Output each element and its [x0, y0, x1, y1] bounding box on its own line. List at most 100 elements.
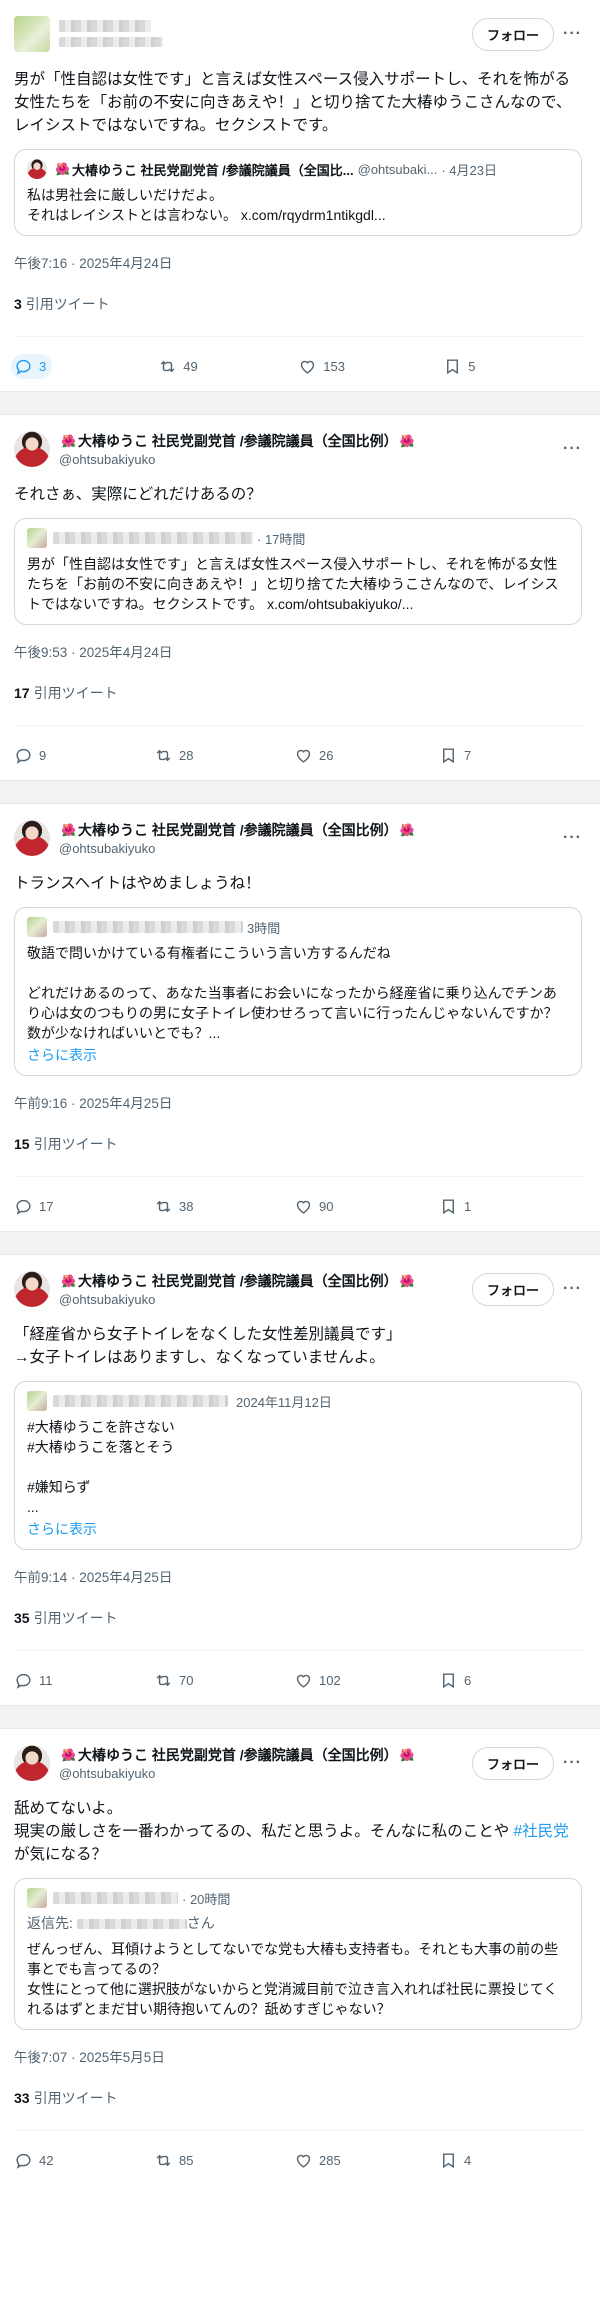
reply-button[interactable]: 42	[14, 2151, 154, 2170]
more-options-icon[interactable]: ···	[562, 829, 582, 847]
quote-tweets-count[interactable]: 35 引用ツイート	[14, 1608, 582, 1651]
tweet-text: 男が「性自認は女性です」と言えば女性スペース侵入サポートし、それを怖がる女性たち…	[14, 71, 572, 134]
bookmark-button[interactable]: 5	[443, 357, 475, 376]
avatar[interactable]	[14, 820, 50, 856]
more-options-icon[interactable]: ···	[562, 1280, 582, 1298]
timestamp[interactable]: 午後7:16 · 2025年4月24日	[14, 252, 582, 272]
like-button[interactable]: 102	[294, 1671, 439, 1690]
timestamp[interactable]: 午後9:53 · 2025年4月24日	[14, 641, 582, 661]
like-button[interactable]: 285	[294, 2151, 439, 2170]
quoted-time: · 17時間	[257, 531, 306, 547]
quote-count-value: 35	[14, 1610, 30, 1626]
quoted-tweet[interactable]: · 20時間 返信先: さん ぜんっぜん、耳傾けようとしてないでな党も大椿も支持…	[14, 1878, 582, 2030]
quoted-tweet[interactable]: 2024年11月12日 #大椿ゆうこを許さない #大椿ゆうこを落とそう #嫌知ら…	[14, 1381, 582, 1550]
author-name[interactable]: 🌺 大椿ゆうこ 社民党副党首 /参議院議員（全国比例） 🌺	[59, 1271, 472, 1291]
more-options-icon[interactable]: ···	[562, 440, 582, 458]
bookmark-button[interactable]: 4	[439, 2151, 471, 2170]
author-names: 🌺 大椿ゆうこ 社民党副党首 /参議院議員（全国比例） 🌺 @ohtsubaki…	[59, 1271, 472, 1307]
show-more-link[interactable]: さらに表示	[27, 1045, 97, 1065]
author-name-text: 大椿ゆうこ 社民党副党首 /参議院議員（全国比例）	[77, 822, 398, 838]
author-handle: @ohtsubakiyuko	[59, 1292, 156, 1307]
quote-count-label: 引用ツイート	[33, 1610, 118, 1626]
avatar[interactable]	[14, 431, 50, 467]
like-count: 102	[319, 1672, 341, 1688]
bookmark-button[interactable]: 7	[439, 746, 471, 765]
quote-tweets-count[interactable]: 33 引用ツイート	[14, 2088, 582, 2131]
quote-count-label: 引用ツイート	[33, 2090, 118, 2106]
retweet-button[interactable]: 49	[158, 357, 298, 376]
tweet-card: 🌺 大椿ゆうこ 社民党副党首 /参議院議員（全国比例） 🌺 @ohtsubaki…	[0, 1729, 600, 2185]
more-options-icon[interactable]: ···	[562, 1754, 582, 1772]
retweet-button[interactable]: 85	[154, 2151, 294, 2170]
avatar[interactable]	[14, 1271, 50, 1307]
tweet-card: 🌺 大椿ゆうこ 社民党副党首 /参議院議員（全国比例） 🌺 @ohtsubaki…	[0, 1255, 600, 1705]
reply-button[interactable]: 11	[14, 1671, 154, 1690]
blurred-name	[59, 20, 151, 32]
tweet-header: フォロー ···	[14, 14, 582, 54]
author-name-text: 大椿ゆうこ 社民党副党首 /参議院議員（全国比例）	[77, 1747, 398, 1763]
like-count: 90	[319, 1198, 334, 1214]
timestamp[interactable]: 午前9:14 · 2025年4月25日	[14, 1566, 582, 1586]
retweet-icon	[156, 2154, 171, 2166]
quoted-time: 3時間	[247, 920, 281, 936]
avatar[interactable]	[14, 1745, 50, 1781]
quoted-tweet[interactable]: · 17時間 男が「性自認は女性です」と言えば女性スペース侵入サポートし、それを…	[14, 518, 582, 625]
retweet-button[interactable]: 28	[154, 746, 294, 765]
bookmark-count: 5	[468, 358, 476, 374]
follow-button[interactable]: フォロー	[471, 1746, 554, 1780]
like-button[interactable]: 153	[298, 357, 443, 376]
quote-tweets-count[interactable]: 15 引用ツイート	[14, 1134, 582, 1177]
reply-to-line: 返信先: さん	[27, 1913, 569, 1933]
quoted-tweet[interactable]: 3時間 敬語で問いかけている有権者にこういう言い方するんだね どれだけあるのって…	[14, 907, 582, 1076]
timestamp[interactable]: 午前9:16 · 2025年4月25日	[14, 1092, 582, 1112]
action-bar: 11 70 102 6	[14, 1667, 582, 1693]
blurred-mention	[76, 1919, 187, 1930]
retweet-count: 28	[179, 747, 194, 763]
quote-count-label: 引用ツイート	[25, 296, 110, 312]
author-name-text: 大椿ゆうこ 社民党副党首 /参議院議員（全国比例）	[77, 1273, 398, 1289]
like-button[interactable]: 26	[294, 746, 439, 765]
flower-emoji: 🌺	[55, 162, 70, 176]
reply-button[interactable]: 3	[11, 353, 53, 379]
retweet-button[interactable]: 38	[154, 1197, 294, 1216]
retweet-icon	[156, 1200, 171, 1212]
avatar[interactable]	[14, 16, 50, 52]
like-button[interactable]: 90	[294, 1197, 439, 1216]
heart-icon	[296, 1200, 311, 1214]
like-count: 153	[323, 358, 345, 374]
quoted-tweet[interactable]: 🌺 大椿ゆうこ 社民党副党首 /参議院議員（全国比... @ohtsubaki.…	[14, 149, 582, 236]
retweet-count: 70	[179, 1672, 194, 1688]
quoted-text: 敬語で問いかけている有権者にこういう言い方するんだね どれだけあるのって、あなた…	[27, 945, 558, 1041]
follow-button[interactable]: フォロー	[471, 17, 554, 51]
reply-button[interactable]: 9	[14, 746, 154, 765]
show-more-link[interactable]: さらに表示	[27, 1519, 97, 1539]
tweet-header: 🌺 大椿ゆうこ 社民党副党首 /参議院議員（全国比例） 🌺 @ohtsubaki…	[14, 818, 582, 858]
author-name[interactable]: 🌺 大椿ゆうこ 社民党副党首 /参議院議員（全国比例） 🌺	[59, 1745, 472, 1765]
action-bar: 42 85 285 4	[14, 2147, 582, 2173]
tweet-card: 🌺 大椿ゆうこ 社民党副党首 /参議院議員（全国比例） 🌺 @ohtsubaki…	[0, 804, 600, 1231]
author-name[interactable]: 🌺 大椿ゆうこ 社民党副党首 /参議院議員（全国比例） 🌺	[59, 820, 562, 840]
quoted-author-name: 大椿ゆうこ 社民党副党首 /参議院議員（全国比...	[71, 162, 354, 178]
author-names: 🌺 大椿ゆうこ 社民党副党首 /参議院議員（全国比例） 🌺 @ohtsubaki…	[59, 431, 562, 467]
quoted-tweet-header: · 20時間	[27, 1888, 569, 1908]
author-name[interactable]: 🌺 大椿ゆうこ 社民党副党首 /参議院議員（全国比例） 🌺	[59, 431, 562, 451]
like-count: 285	[319, 2152, 341, 2168]
tweet-card: 🌺 大椿ゆうこ 社民党副党首 /参議院議員（全国比例） 🌺 @ohtsubaki…	[0, 415, 600, 780]
quote-tweets-count[interactable]: 3 引用ツイート	[14, 294, 582, 337]
tweet-text: 舐めてないよ。 現実の厳しさを一番わかってるの、私だと思うよ。そんなに私のことや…	[14, 1797, 582, 1866]
quoted-tweet-header: 🌺 大椿ゆうこ 社民党副党首 /参議院議員（全国比... @ohtsubaki.…	[27, 159, 569, 179]
follow-button[interactable]: フォロー	[471, 1272, 554, 1306]
timestamp[interactable]: 午後7:07 · 2025年5月5日	[14, 2046, 582, 2066]
quote-tweets-count[interactable]: 17 引用ツイート	[14, 683, 582, 726]
bookmark-button[interactable]: 6	[439, 1671, 471, 1690]
quoted-avatar	[27, 1888, 47, 1908]
hashtag-link[interactable]: #社民党	[514, 1823, 569, 1840]
bookmark-count: 6	[464, 1672, 472, 1688]
separator	[0, 1231, 600, 1255]
retweet-button[interactable]: 70	[154, 1671, 294, 1690]
bookmark-count: 1	[464, 1198, 472, 1214]
more-options-icon[interactable]: ···	[562, 25, 582, 43]
reply-button[interactable]: 17	[14, 1197, 154, 1216]
author-name[interactable]	[59, 20, 472, 32]
bookmark-button[interactable]: 1	[439, 1197, 471, 1216]
